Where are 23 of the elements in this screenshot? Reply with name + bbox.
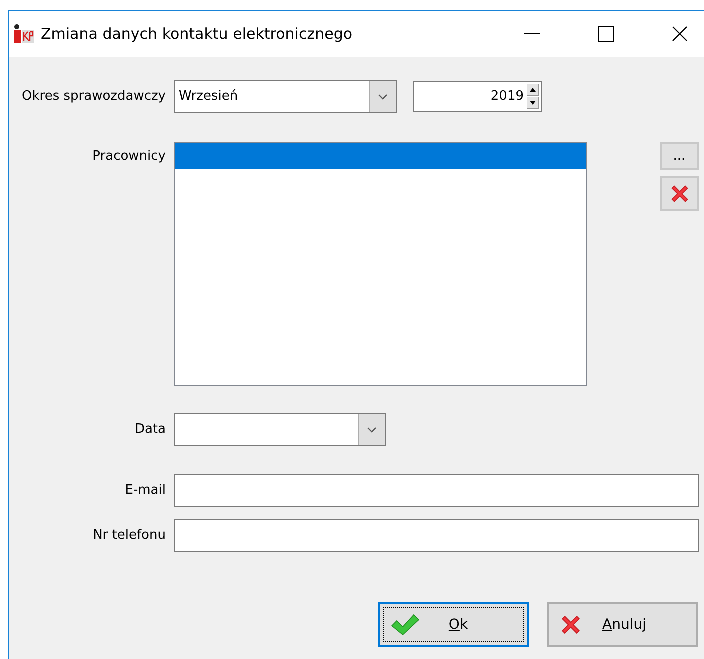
check-icon	[390, 612, 420, 636]
chevron-down-icon	[367, 426, 377, 432]
phone-label: Nr telefonu	[92, 527, 167, 544]
ok-button[interactable]: Ok	[378, 602, 529, 647]
period-label: Okres sprawozdawczy	[21, 88, 167, 105]
browse-button[interactable]: ...	[660, 142, 699, 170]
phone-field[interactable]	[174, 519, 699, 552]
chevron-down-icon	[378, 94, 388, 100]
maximize-icon[interactable]	[598, 26, 614, 42]
app-logo-icon	[13, 23, 35, 45]
email-label: E-mail	[124, 482, 167, 499]
cancel-button[interactable]: Anuluj	[547, 602, 698, 647]
remove-button[interactable]	[660, 176, 699, 211]
employees-label: Pracownicy	[92, 148, 167, 165]
employees-list[interactable]	[174, 142, 587, 386]
date-label: Data	[134, 421, 167, 438]
close-icon[interactable]	[672, 26, 688, 42]
email-field[interactable]	[174, 474, 699, 507]
date-dropdown[interactable]	[174, 413, 386, 446]
window-title: Zmiana danych kontaktu elektronicznego	[41, 25, 354, 43]
year-spinner[interactable]: 2019	[413, 81, 542, 112]
minimize-icon[interactable]	[524, 33, 540, 35]
month-dropdown[interactable]: Wrzesień	[174, 80, 397, 113]
